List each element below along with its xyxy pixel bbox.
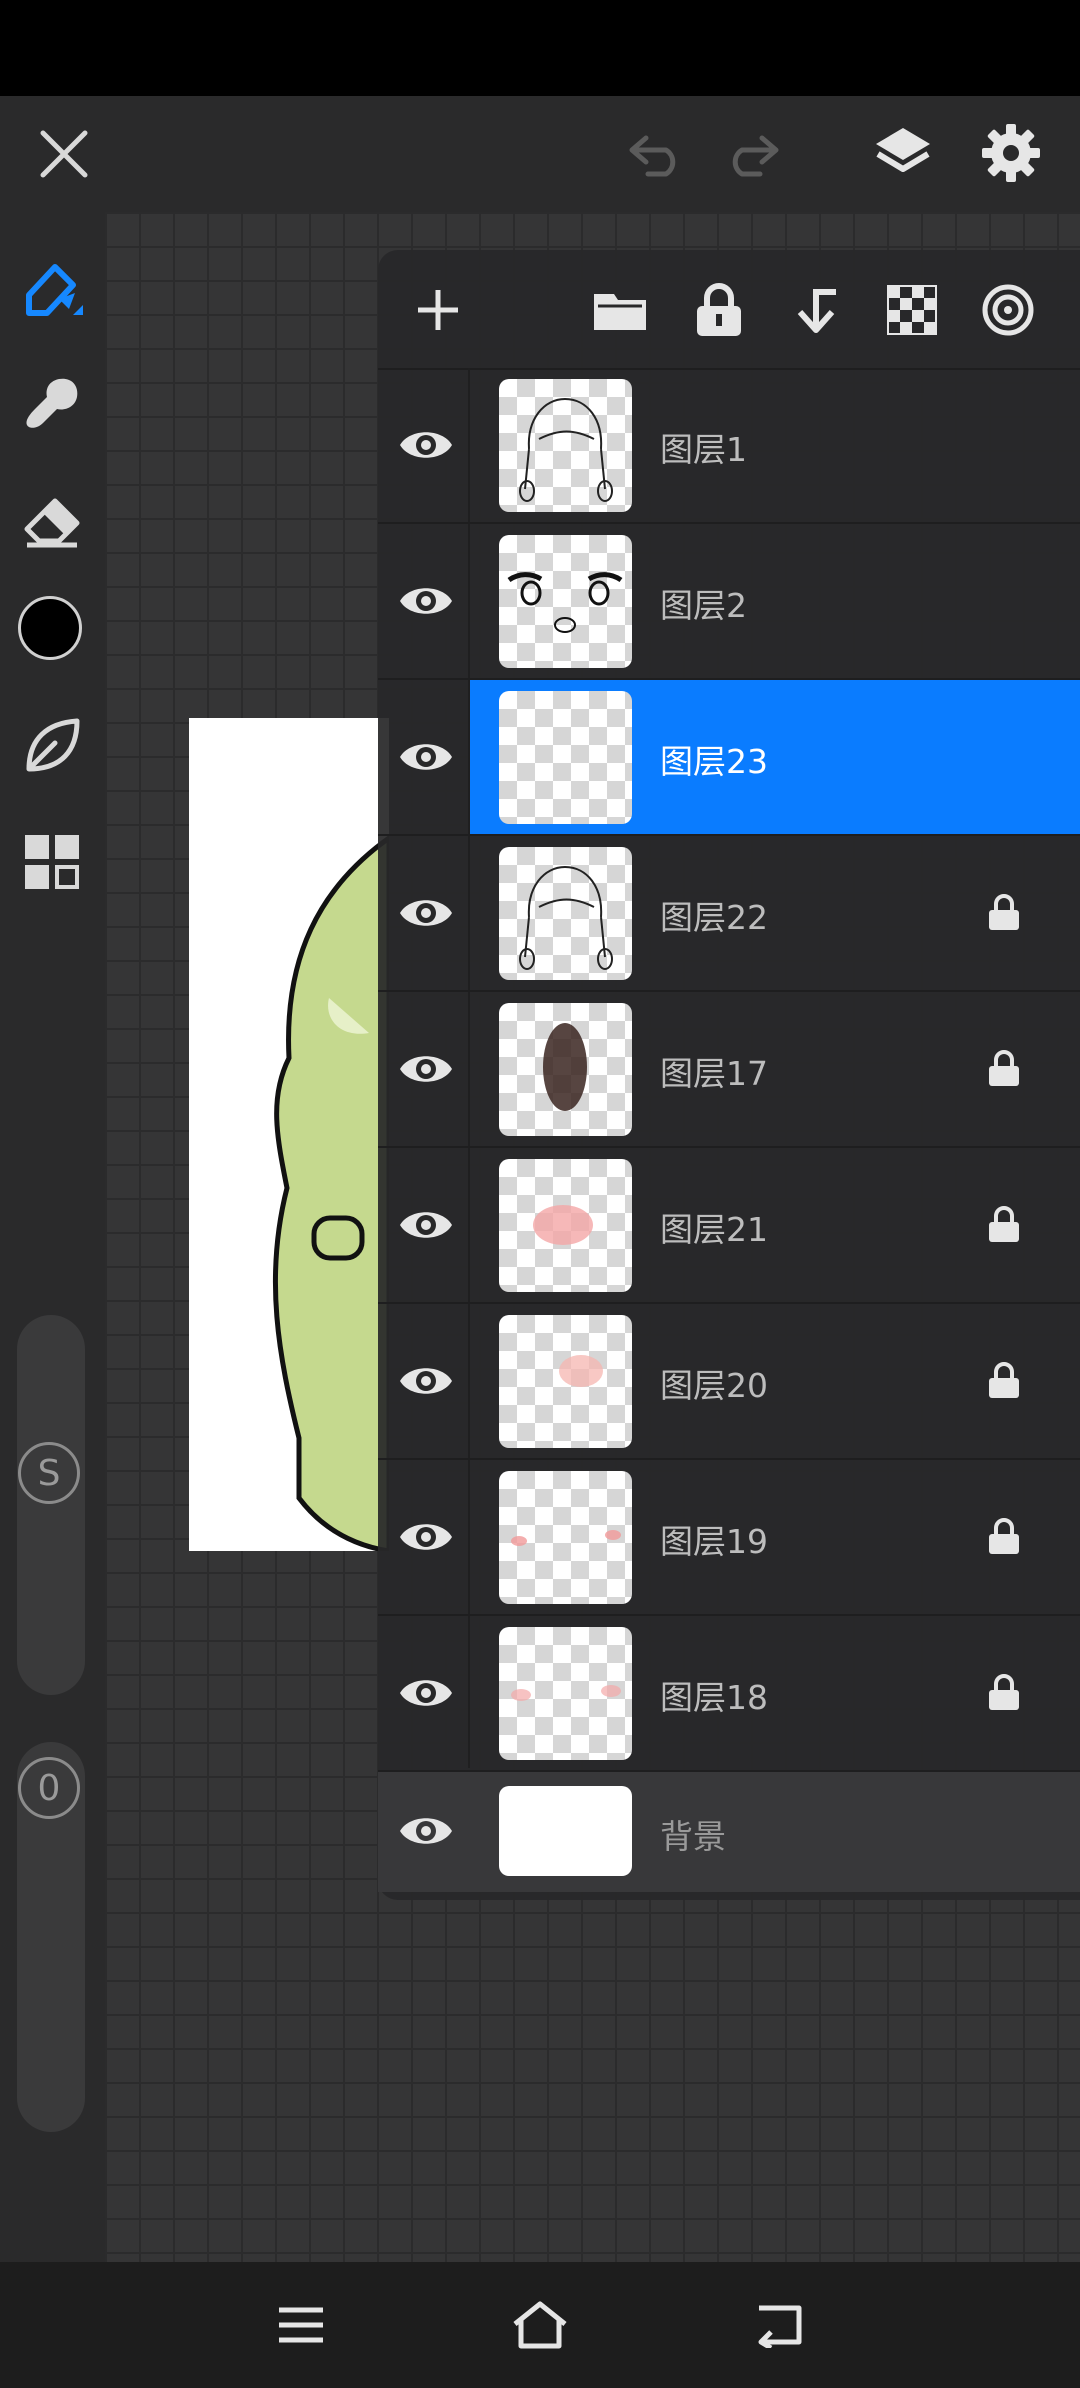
layer-row[interactable]: 图层1	[378, 368, 1080, 524]
layer-thumbnail	[499, 1786, 632, 1876]
layer-row[interactable]: 图层20	[378, 1304, 1080, 1460]
add-layer-icon[interactable]	[408, 280, 468, 340]
eye-icon[interactable]	[398, 1044, 454, 1094]
layer-thumbnail	[499, 847, 632, 980]
top-toolbar	[0, 96, 1080, 212]
layer-row[interactable]: 图层22	[378, 836, 1080, 992]
eye-icon[interactable]	[398, 1668, 454, 1718]
close-icon[interactable]	[28, 118, 100, 190]
grid-menu-icon[interactable]	[14, 824, 90, 900]
left-toolbar: S 0	[0, 212, 105, 2262]
layers-panel: 图层1 图层2 图层23 图层22 图层17 图层21 图层20 图层19 图层…	[378, 250, 1080, 1900]
layer-lock-icon[interactable]	[986, 1672, 1022, 1712]
eye-icon[interactable]	[398, 1512, 454, 1562]
redo-icon[interactable]	[716, 124, 788, 184]
layer-name: 图层2	[660, 586, 747, 625]
layers-panel-toolbar	[378, 250, 1080, 370]
layer-thumbnail	[499, 1471, 632, 1604]
layer-thumbnail	[499, 1315, 632, 1448]
merge-down-icon[interactable]	[786, 280, 846, 340]
layer-name: 图层17	[660, 1054, 768, 1093]
layer-thumbnail	[499, 535, 632, 668]
eye-icon[interactable]	[398, 732, 454, 782]
home-icon[interactable]	[505, 2290, 575, 2360]
layer-row-selected[interactable]: 图层23	[378, 680, 1080, 836]
layer-row[interactable]: 图层19	[378, 1460, 1080, 1616]
layer-name: 图层20	[660, 1366, 768, 1405]
layer-row[interactable]: 图层2	[378, 524, 1080, 680]
layer-lock-icon[interactable]	[986, 1204, 1022, 1244]
layer-thumbnail	[499, 379, 632, 512]
layer-lock-icon[interactable]	[986, 1360, 1022, 1400]
menu-icon[interactable]	[266, 2292, 336, 2358]
layer-name: 图层1	[660, 430, 747, 469]
layers-icon[interactable]	[866, 116, 940, 190]
gear-icon[interactable]	[974, 116, 1048, 190]
layer-name: 图层18	[660, 1678, 768, 1717]
size-indicator: S	[18, 1442, 80, 1504]
pen-tool-icon[interactable]	[14, 252, 90, 328]
eye-icon[interactable]	[398, 420, 454, 470]
eye-icon[interactable]	[398, 1806, 454, 1856]
blend-mode-icon[interactable]	[978, 280, 1038, 340]
layer-name: 背景	[660, 1817, 726, 1856]
layer-name: 图层22	[660, 898, 768, 937]
lock-icon[interactable]	[689, 280, 749, 340]
layer-thumbnail	[499, 1627, 632, 1760]
smudge-brush-icon[interactable]	[14, 366, 90, 442]
layer-row[interactable]: 图层21	[378, 1148, 1080, 1304]
status-bar	[0, 0, 1080, 96]
eye-icon[interactable]	[398, 888, 454, 938]
back-icon[interactable]	[745, 2292, 815, 2358]
layer-name: 图层21	[660, 1210, 768, 1249]
layer-lock-icon[interactable]	[986, 1516, 1022, 1556]
layer-thumbnail	[499, 1159, 632, 1292]
eraser-icon[interactable]	[14, 480, 90, 556]
layer-thumbnail	[499, 691, 632, 824]
layer-row[interactable]: 图层18	[378, 1616, 1080, 1772]
character-drawing	[272, 834, 389, 1551]
transparency-icon[interactable]	[882, 280, 942, 340]
eye-icon[interactable]	[398, 1200, 454, 1250]
layer-lock-icon[interactable]	[986, 1048, 1022, 1088]
layer-lock-icon[interactable]	[986, 892, 1022, 932]
background-layer-row[interactable]: 背景	[378, 1772, 1080, 1892]
leaf-brush-icon[interactable]	[14, 708, 90, 784]
layer-thumbnail	[499, 1003, 632, 1136]
folder-icon[interactable]	[590, 280, 650, 340]
eye-icon[interactable]	[398, 1356, 454, 1406]
opacity-indicator: 0	[18, 1757, 80, 1819]
brush-size-slider[interactable]	[17, 1315, 85, 1695]
layer-name: 图层19	[660, 1522, 768, 1561]
eye-icon[interactable]	[398, 576, 454, 626]
undo-icon[interactable]	[620, 124, 692, 184]
layer-name: 图层23	[660, 742, 768, 781]
layer-row[interactable]: 图层17	[378, 992, 1080, 1148]
artboard[interactable]	[189, 718, 389, 1551]
color-swatch[interactable]	[18, 596, 82, 660]
system-nav-bar	[0, 2262, 1080, 2388]
